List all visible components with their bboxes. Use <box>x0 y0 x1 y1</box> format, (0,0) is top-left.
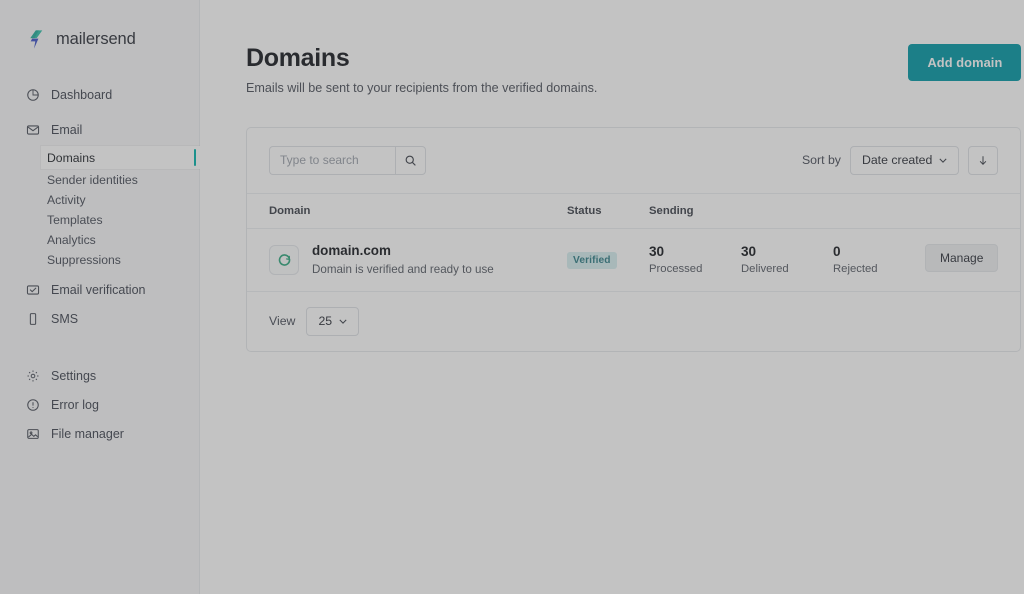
sidebar: mailersend Dashboard Email Domains Sende… <box>0 0 200 594</box>
sort-direction-button[interactable] <box>968 146 998 175</box>
sidebar-item-label-file-manager: File manager <box>51 427 124 441</box>
sidebar-item-label-dashboard: Dashboard <box>51 88 112 102</box>
stat-processed: 30 Processed <box>649 244 741 275</box>
add-domain-button[interactable]: Add domain <box>908 44 1021 81</box>
brand-logo[interactable]: mailersend <box>0 24 199 54</box>
sidebar-item-label-error-log: Error log <box>51 398 99 412</box>
manage-button[interactable]: Manage <box>925 244 998 272</box>
sidebar-item-templates[interactable]: Templates <box>0 210 199 229</box>
sidebar-item-label-sender-identities: Sender identities <box>47 173 138 187</box>
sidebar-item-sender-identities[interactable]: Sender identities <box>0 170 199 189</box>
brand-name: mailersend <box>56 30 136 49</box>
stat-rejected-value: 0 <box>833 244 925 260</box>
chevron-down-icon <box>339 319 347 324</box>
domains-footer: View 25 <box>247 292 1020 351</box>
sidebar-item-error-log[interactable]: Error log <box>0 390 199 419</box>
app-root: mailersend Dashboard Email Domains Sende… <box>0 0 1024 594</box>
sidebar-item-label-email-verification: Email verification <box>51 283 145 297</box>
search-icon <box>404 154 417 167</box>
add-domain-highlight: Add domain <box>895 32 1024 93</box>
column-header-domain: Domain <box>269 205 567 217</box>
domain-name: domain.com <box>312 243 494 260</box>
cell-sending: 30 Processed 30 Delivered 0 Rejected Man… <box>649 244 998 275</box>
gear-icon <box>26 369 40 383</box>
arrow-down-icon <box>977 154 989 167</box>
sidebar-item-label-analytics: Analytics <box>47 233 96 247</box>
sidebar-item-label-domains: Domains <box>47 151 95 165</box>
sidebar-item-email-verification[interactable]: Email verification <box>0 275 199 304</box>
cell-domain: domain.com Domain is verified and ready … <box>269 243 567 277</box>
sidebar-item-label-sms: SMS <box>51 312 78 326</box>
sidebar-item-file-manager[interactable]: File manager <box>0 419 199 448</box>
sidebar-item-domains[interactable]: Domains <box>41 146 204 169</box>
sidebar-item-activity[interactable]: Activity <box>0 190 199 209</box>
stat-delivered-value: 30 <box>741 244 833 260</box>
main-content: Domains Emails will be sent to your reci… <box>200 0 1024 594</box>
sidebar-item-label-suppressions: Suppressions <box>47 253 121 267</box>
search-group <box>269 146 426 175</box>
envelope-check-icon <box>26 283 40 297</box>
domain-ring-icon <box>269 245 299 275</box>
column-header-status: Status <box>567 205 649 217</box>
cell-status: Verified <box>567 250 649 269</box>
exclamation-circle-icon <box>26 398 40 412</box>
stat-processed-value: 30 <box>649 244 741 260</box>
table-row[interactable]: domain.com Domain is verified and ready … <box>247 229 1020 292</box>
stat-rejected-label: Rejected <box>833 263 925 275</box>
nav-spacer <box>0 333 199 361</box>
page-size-select[interactable]: 25 <box>306 307 359 336</box>
cell-action: Manage <box>925 244 998 272</box>
table-header-row: Domain Status Sending <box>247 194 1020 229</box>
domains-toolbar: Sort by Date created <box>247 128 1020 194</box>
dashboard-pie-icon <box>26 88 40 102</box>
envelope-icon <box>26 123 40 137</box>
sidebar-item-label-settings: Settings <box>51 369 96 383</box>
image-file-icon <box>26 427 40 441</box>
sidebar-item-label-templates: Templates <box>47 213 103 227</box>
mailersend-bolt-logo-icon <box>26 29 47 50</box>
chevron-down-icon <box>939 158 947 163</box>
sidebar-item-dashboard[interactable]: Dashboard <box>0 80 199 109</box>
domains-card: Sort by Date created Domain <box>246 127 1021 352</box>
sort-by-select[interactable]: Date created <box>850 146 959 175</box>
sidebar-item-email[interactable]: Email <box>0 115 199 144</box>
domain-ring-glyph <box>277 252 292 267</box>
domain-description: Domain is verified and ready to use <box>312 262 494 277</box>
view-label: View <box>269 314 295 328</box>
domain-text-block: domain.com Domain is verified and ready … <box>312 243 494 277</box>
stat-processed-label: Processed <box>649 263 741 275</box>
stat-delivered: 30 Delivered <box>741 244 833 275</box>
sidebar-item-analytics[interactable]: Analytics <box>0 230 199 249</box>
page-title: Domains <box>246 44 597 73</box>
search-input[interactable] <box>269 146 395 175</box>
search-button[interactable] <box>395 146 426 175</box>
column-header-sending: Sending <box>649 205 998 217</box>
page-subtitle: Emails will be sent to your recipients f… <box>246 80 597 97</box>
sidebar-item-label-activity: Activity <box>47 193 86 207</box>
sidebar-item-sms[interactable]: SMS <box>0 304 199 333</box>
sort-by-label: Sort by <box>802 153 841 167</box>
sidebar-item-suppressions[interactable]: Suppressions <box>0 250 199 269</box>
mobile-phone-icon <box>26 312 40 326</box>
page-heading-block: Domains Emails will be sent to your reci… <box>246 44 597 97</box>
sort-by-value: Date created <box>862 153 932 167</box>
page-size-value: 25 <box>318 314 332 328</box>
sidebar-item-settings[interactable]: Settings <box>0 361 199 390</box>
sort-group: Sort by Date created <box>802 146 998 175</box>
page-header: Domains Emails will be sent to your reci… <box>246 44 1021 97</box>
stat-rejected: 0 Rejected <box>833 244 925 275</box>
status-badge: Verified <box>567 252 617 269</box>
email-subnav: Domains Sender identities Activity Templ… <box>0 146 199 269</box>
stat-delivered-label: Delivered <box>741 263 833 275</box>
sidebar-item-label-email: Email <box>51 123 82 137</box>
